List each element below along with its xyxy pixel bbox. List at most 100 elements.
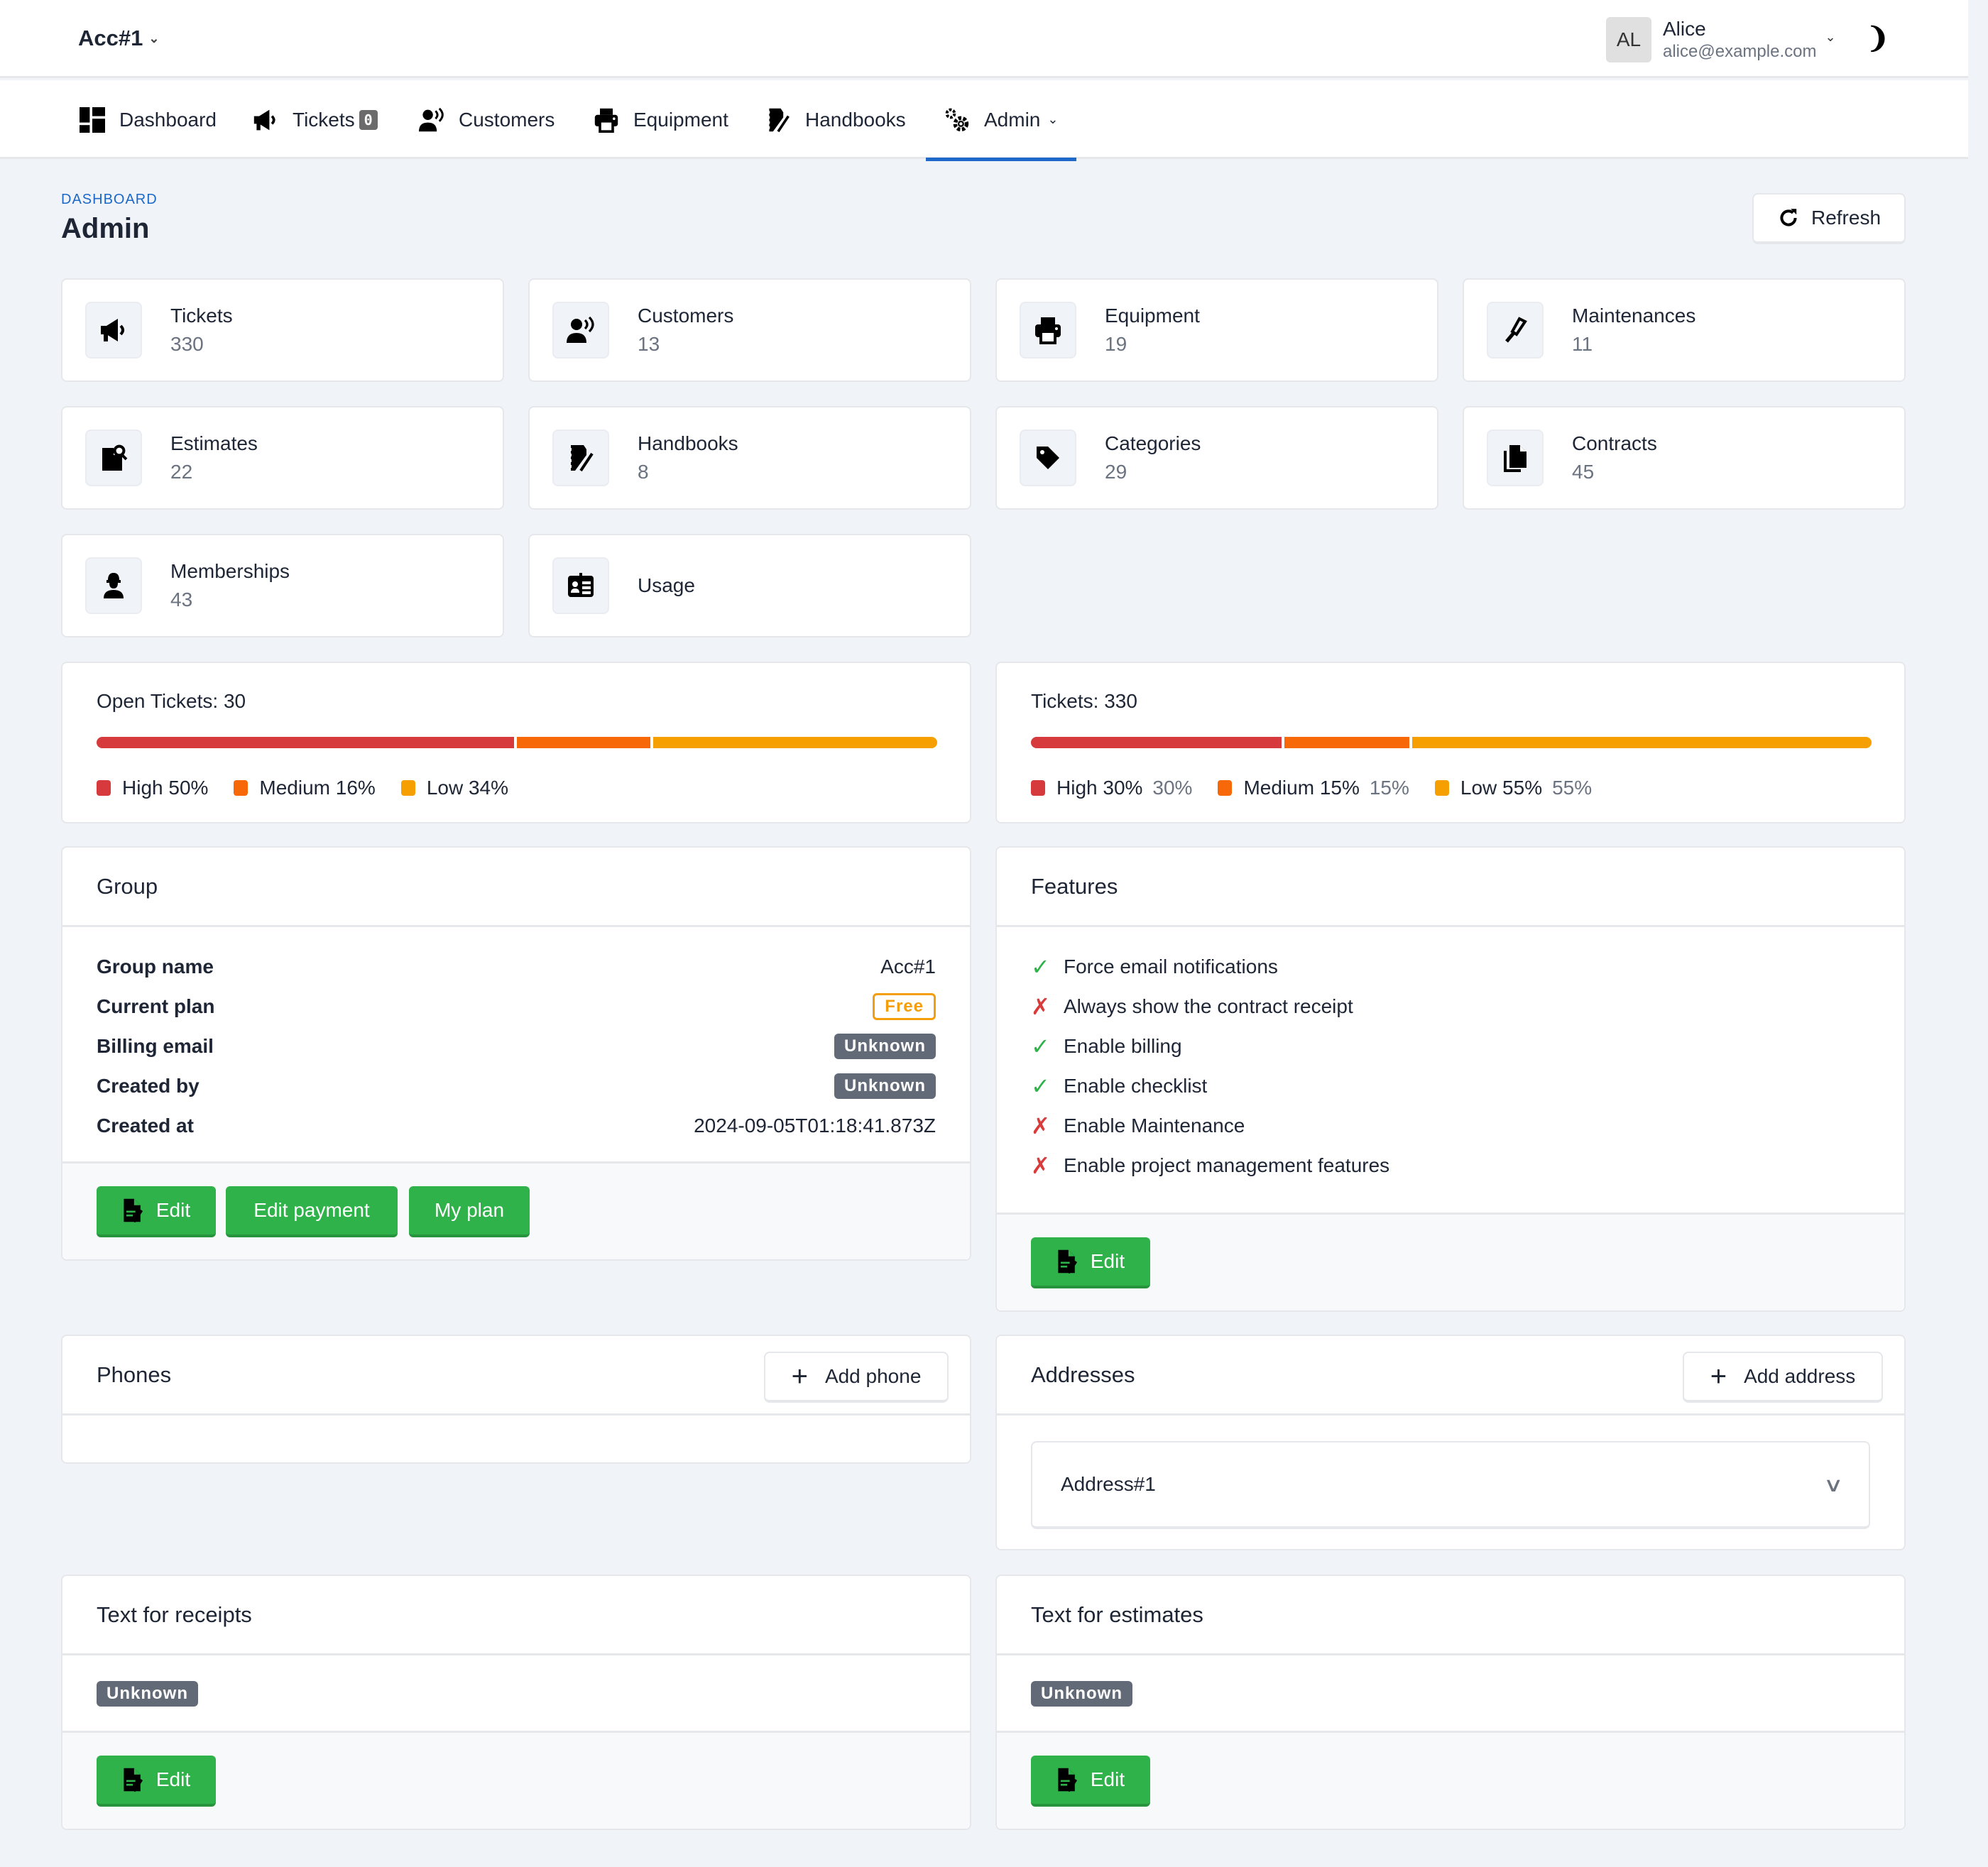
nav-equipment[interactable]: Equipment bbox=[594, 80, 728, 159]
screwdriver-icon bbox=[1501, 316, 1529, 344]
stat-card-customers[interactable]: Customers 13 bbox=[528, 278, 971, 382]
refresh-button[interactable]: Refresh bbox=[1752, 193, 1906, 244]
user-menu[interactable]: AL Alice alice@example.com ⌄ bbox=[1606, 17, 1836, 62]
page-scrollbar[interactable] bbox=[1968, 0, 1988, 1867]
nav-tickets[interactable]: Tickets 0 bbox=[253, 80, 378, 159]
group-row-created-by: Created by Unknown bbox=[97, 1066, 936, 1106]
row-key: Created at bbox=[97, 1115, 194, 1137]
cross-icon: ✗ bbox=[1031, 1153, 1050, 1178]
group-title: Group bbox=[62, 848, 970, 927]
stat-value: 330 bbox=[170, 333, 204, 355]
stat-card-usage[interactable]: Usage bbox=[528, 534, 971, 637]
receipts-edit-button[interactable]: Edit bbox=[97, 1756, 216, 1807]
phones-title-text: Phones bbox=[97, 1362, 172, 1387]
legend-item: Low 34% bbox=[400, 777, 508, 799]
nav-label: Tickets bbox=[293, 108, 355, 131]
nav-admin[interactable]: Admin ⌄ bbox=[925, 80, 1078, 161]
nav-label: Admin bbox=[984, 108, 1041, 131]
edit-payment-button[interactable]: Edit payment bbox=[226, 1186, 398, 1237]
refresh-icon bbox=[1777, 207, 1800, 229]
plus-icon: + bbox=[791, 1361, 808, 1392]
moon-icon[interactable]: ❩ bbox=[1866, 24, 1890, 53]
estimates-title: Text for estimates bbox=[997, 1576, 1904, 1655]
megaphone-icon bbox=[253, 107, 278, 133]
account-name: Acc#1 bbox=[78, 26, 143, 50]
receipts-title: Text for receipts bbox=[62, 1576, 970, 1655]
button-label: Edit bbox=[155, 1199, 191, 1221]
feature-label: Enable billing bbox=[1064, 1035, 1182, 1057]
group-row-name: Group name Acc#1 bbox=[97, 947, 936, 987]
breadcrumb[interactable]: DASHBOARD bbox=[61, 192, 158, 208]
handbook-icon bbox=[765, 107, 791, 133]
id-card-icon bbox=[567, 571, 595, 600]
check-icon: ✓ bbox=[1031, 954, 1050, 980]
nav-customers[interactable]: Customers bbox=[419, 80, 555, 159]
bar-segment-high bbox=[1031, 737, 1282, 748]
estimates-footer: Edit bbox=[997, 1731, 1904, 1829]
features-edit-button[interactable]: Edit bbox=[1031, 1237, 1150, 1288]
edit-file-icon bbox=[122, 1198, 143, 1223]
legend-percent: 30% bbox=[1152, 777, 1193, 799]
stat-card-estimates[interactable]: Estimates 22 bbox=[61, 406, 504, 510]
group-row-created-at: Created at 2024-09-05T01:18:41.873Z bbox=[97, 1106, 936, 1146]
edit-file-icon bbox=[1056, 1249, 1078, 1274]
tickets-card: Tickets: 330 High 30% 30% Medium 15% 15% Low… bbox=[995, 662, 1906, 823]
button-label: Edit payment bbox=[253, 1199, 370, 1221]
stat-card-handbooks[interactable]: Handbooks 8 bbox=[528, 406, 971, 510]
button-label: My plan bbox=[434, 1199, 505, 1221]
stat-card-equipment[interactable]: Equipment 19 bbox=[995, 278, 1438, 382]
add-phone-button[interactable]: + Add phone bbox=[764, 1352, 949, 1403]
tickets-priority-bar bbox=[1031, 737, 1872, 748]
edit-file-icon bbox=[1056, 1767, 1078, 1792]
feature-label: Enable checklist bbox=[1064, 1075, 1208, 1097]
legend-label: High 30% bbox=[1056, 777, 1143, 799]
file-search-icon bbox=[99, 444, 128, 472]
nav-dashboard[interactable]: Dashboard bbox=[80, 80, 217, 159]
legend-label: Low 34% bbox=[426, 777, 508, 799]
plan-badge: Free bbox=[873, 993, 936, 1020]
row-key: Created by bbox=[97, 1075, 200, 1097]
address-accordion-item[interactable]: Address#1 ∨ bbox=[1031, 1441, 1870, 1529]
stat-value: 22 bbox=[170, 461, 193, 483]
features-title: Features bbox=[997, 848, 1904, 927]
user-email: alice@example.com bbox=[1663, 42, 1817, 61]
nav-label: Customers bbox=[459, 108, 555, 131]
handbook-icon bbox=[567, 444, 595, 472]
add-address-button[interactable]: + Add address bbox=[1683, 1352, 1883, 1403]
stat-card-maintenances[interactable]: Maintenances 11 bbox=[1463, 278, 1906, 382]
nav-label: Equipment bbox=[633, 108, 728, 131]
group-edit-button[interactable]: Edit bbox=[97, 1186, 216, 1237]
legend-swatch bbox=[1218, 780, 1233, 796]
bar-segment-medium bbox=[517, 737, 651, 748]
stat-card-categories[interactable]: Categories 29 bbox=[995, 406, 1438, 510]
stat-value: 11 bbox=[1572, 333, 1593, 355]
stat-value: 29 bbox=[1105, 461, 1127, 483]
stat-card-contracts[interactable]: Contracts 45 bbox=[1463, 406, 1906, 510]
features-footer: Edit bbox=[997, 1212, 1904, 1310]
nav-label: Handbooks bbox=[805, 108, 906, 131]
customer-voice-icon bbox=[419, 107, 444, 133]
group-footer: Edit Edit payment My plan bbox=[62, 1161, 970, 1259]
stat-value: 45 bbox=[1572, 461, 1595, 483]
feature-label: Always show the contract receipt bbox=[1064, 995, 1353, 1017]
unknown-badge: Unknown bbox=[1031, 1681, 1132, 1707]
gears-icon bbox=[944, 107, 970, 133]
user-name: Alice bbox=[1663, 18, 1706, 40]
cross-icon: ✗ bbox=[1031, 994, 1050, 1019]
estimates-edit-button[interactable]: Edit bbox=[1031, 1756, 1150, 1807]
feature-label: Enable Maintenance bbox=[1064, 1115, 1245, 1137]
stat-card-memberships[interactable]: Memberships 43 bbox=[61, 534, 504, 637]
receipts-footer: Edit bbox=[62, 1731, 970, 1829]
chevron-down-icon: ⌄ bbox=[148, 31, 160, 45]
nav-handbooks[interactable]: Handbooks bbox=[765, 80, 906, 159]
my-plan-button[interactable]: My plan bbox=[409, 1186, 530, 1237]
check-icon: ✓ bbox=[1031, 1073, 1050, 1099]
stat-label: Customers bbox=[638, 305, 734, 327]
stat-card-tickets[interactable]: Tickets 330 bbox=[61, 278, 504, 382]
legend-percent: 55% bbox=[1552, 777, 1593, 799]
stat-label: Maintenances bbox=[1572, 305, 1696, 327]
avatar: AL bbox=[1606, 17, 1651, 62]
printer-icon bbox=[594, 107, 619, 133]
account-switcher[interactable]: Acc#1 ⌄ bbox=[78, 26, 159, 51]
button-label: Add phone bbox=[824, 1365, 922, 1387]
